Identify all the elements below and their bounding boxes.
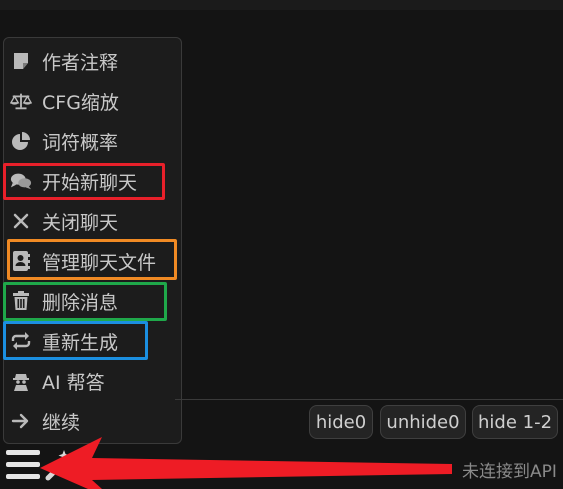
menu-item-manage-chat-files[interactable]: 管理聊天文件 — [4, 243, 181, 279]
menu-item-ai-impersonate[interactable]: AI 帮答 — [4, 363, 181, 399]
menu-item-delete-messages[interactable]: 删除消息 — [4, 283, 181, 319]
menu-item-label: 删除消息 — [42, 291, 119, 314]
extensions-wand-icon[interactable] — [44, 448, 76, 482]
menu-item-label: 关闭聊天 — [42, 211, 119, 234]
pie-chart-icon — [10, 130, 32, 152]
menu-item-label: 重新生成 — [42, 331, 119, 354]
user-secret-icon — [10, 370, 32, 392]
menu-item-label: 作者注释 — [42, 51, 119, 74]
menu-item-author-note[interactable]: 作者注释 — [4, 43, 181, 79]
menu-item-cfg-scale[interactable]: CFG缩放 — [4, 83, 181, 119]
menu-item-label: AI 帮答 — [42, 371, 105, 394]
comments-icon — [10, 170, 32, 192]
arrow-right-icon — [10, 410, 32, 432]
menu-item-start-new-chat[interactable]: 开始新聊天 — [4, 163, 181, 199]
menu-item-continue[interactable]: 继续 — [4, 403, 181, 439]
menu-item-label: 词符概率 — [42, 131, 119, 154]
top-strip — [0, 0, 563, 10]
menu-item-label: 管理聊天文件 — [42, 251, 157, 274]
address-book-icon — [10, 250, 32, 272]
scale-icon — [10, 90, 32, 112]
repeat-icon — [10, 330, 32, 352]
quick-reply-button[interactable]: unhide0 — [380, 405, 466, 439]
options-menu-button[interactable] — [6, 450, 40, 482]
close-icon — [10, 210, 32, 232]
quick-reply-button[interactable]: hide0 — [309, 405, 373, 439]
api-status-text: 未连接到API — [462, 462, 557, 482]
menu-item-label: 开始新聊天 — [42, 171, 138, 194]
note-icon — [10, 50, 32, 72]
chat-divider — [175, 399, 563, 400]
menu-item-close-chat[interactable]: 关闭聊天 — [4, 203, 181, 239]
quick-reply-button[interactable]: hide 1-2 — [472, 405, 558, 439]
menu-item-token-probabilities[interactable]: 词符概率 — [4, 123, 181, 159]
menu-item-regenerate[interactable]: 重新生成 — [4, 323, 181, 359]
trash-icon — [10, 290, 32, 312]
menu-item-label: 继续 — [42, 411, 81, 434]
menu-item-label: CFG缩放 — [42, 91, 119, 114]
options-menu: 作者注释 CFG缩放 词符概率 开始新聊天 关闭聊天 管理聊天文件 删除消息 重… — [3, 37, 182, 444]
